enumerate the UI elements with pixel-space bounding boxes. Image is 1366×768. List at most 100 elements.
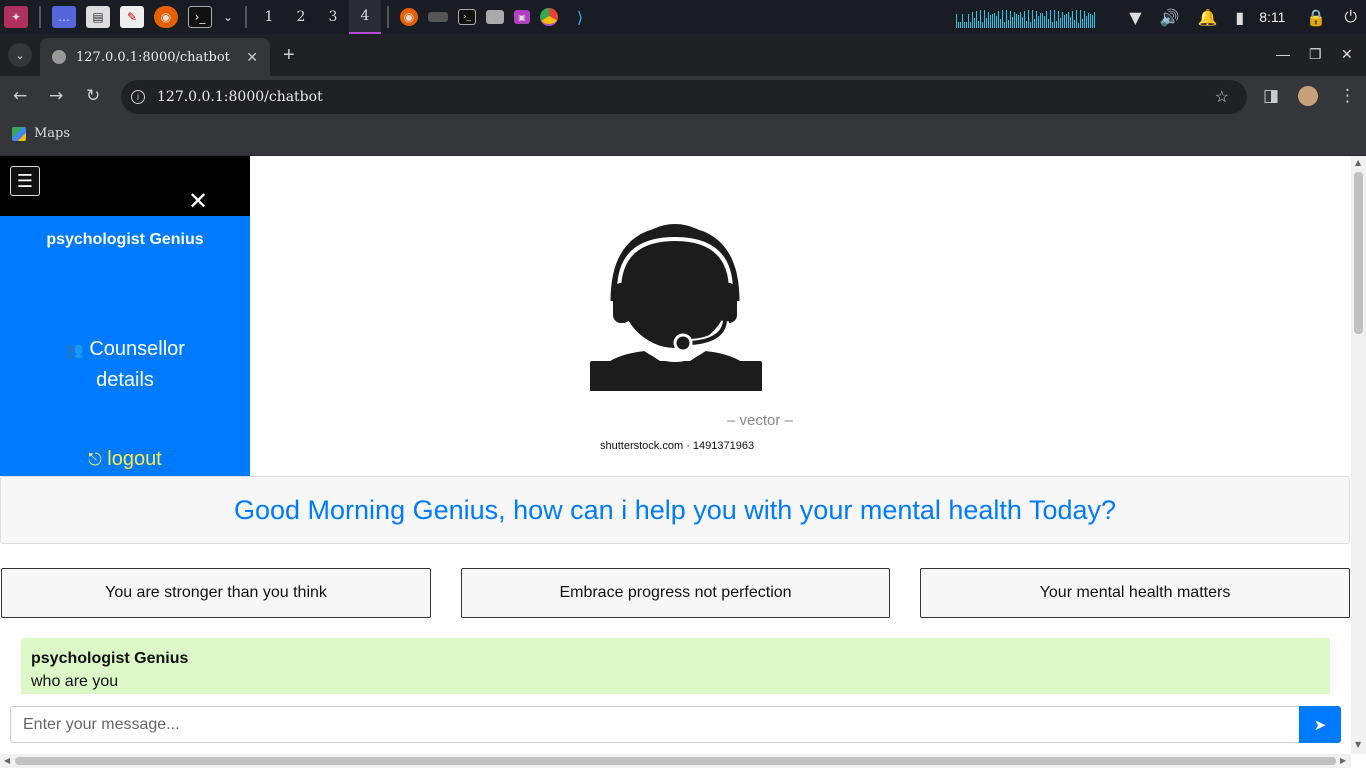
profile-avatar[interactable] <box>1298 86 1318 106</box>
bookmark-maps[interactable]: Maps <box>12 126 70 141</box>
visualizer-bar <box>1002 10 1004 28</box>
visualizer-bar <box>956 14 958 28</box>
firefox-window-icon[interactable]: ◉ <box>400 8 418 26</box>
visualizer-bar <box>1024 11 1026 28</box>
scroll-up-icon[interactable]: ▲ <box>1355 158 1361 167</box>
visualizer-bar <box>1036 11 1038 28</box>
hamburger-menu-icon[interactable]: ☰ <box>10 166 40 196</box>
scroll-right-icon[interactable]: ▶ <box>1340 756 1346 765</box>
chevron-down-icon[interactable]: ⌄ <box>222 6 234 28</box>
terminal-icon[interactable]: ›_ <box>188 6 212 28</box>
battery-icon[interactable]: ▮ <box>1235 8 1244 27</box>
visualizer-bar <box>960 22 962 28</box>
browser-toolbar: ← → ↻ i 127.0.0.1:8000/chatbot ☆ ◨ ⋮ <box>0 76 1366 118</box>
visualizer-bar <box>980 10 982 28</box>
visualizer-bar <box>1030 22 1032 28</box>
kebab-menu-icon[interactable]: ⋮ <box>1339 86 1356 106</box>
visualizer-bar <box>1018 15 1020 28</box>
chat-input-bar: ➤ <box>0 694 1350 754</box>
visualizer-bar <box>964 22 966 28</box>
visualizer-bar <box>970 22 972 28</box>
horizontal-scrollbar[interactable]: ◀ ▶ <box>0 754 1351 768</box>
tab-search-chevron-icon[interactable]: ⌄ <box>8 43 32 67</box>
visualizer-bar <box>1042 13 1044 28</box>
message-input[interactable] <box>10 706 1300 743</box>
reload-icon[interactable]: ↻ <box>86 86 100 106</box>
workspace-4[interactable]: 4 <box>349 0 381 34</box>
workspace-3[interactable]: 3 <box>317 0 349 34</box>
screenshot-window-icon[interactable]: ▣ <box>514 10 530 24</box>
visualizer-bar <box>1016 14 1018 28</box>
sidebar-brand: psychologist Genius <box>46 231 204 248</box>
scroll-left-icon[interactable]: ◀ <box>4 756 10 765</box>
new-tab-icon[interactable]: + <box>283 44 295 67</box>
close-sidebar-icon[interactable]: ✕ <box>188 189 208 213</box>
visualizer-bar <box>1080 10 1082 28</box>
workspace-2[interactable]: 2 <box>285 0 317 34</box>
send-button[interactable]: ➤ <box>1299 706 1341 743</box>
message-text: who are you <box>31 673 119 690</box>
browser-tab[interactable]: 127.0.0.1:8000/chatbot ✕ <box>40 38 270 76</box>
url-text[interactable]: 127.0.0.1:8000/chatbot <box>157 89 323 105</box>
volume-icon[interactable]: 🔊 <box>1160 8 1180 27</box>
stock-caption: shutterstock.com · 1491371963 <box>600 440 755 452</box>
restore-icon[interactable]: ❐ <box>1309 46 1322 63</box>
close-window-icon[interactable]: ✕ <box>1341 46 1353 63</box>
forward-arrow-icon[interactable]: → <box>49 86 63 106</box>
visualizer-bar <box>988 12 990 28</box>
text-editor-icon[interactable]: ✎ <box>120 6 144 28</box>
clock[interactable]: 8:11 <box>1259 9 1285 25</box>
wifi-icon[interactable]: ▼ <box>1129 8 1141 27</box>
os-taskbar: ✦ … ▤ ✎ ◉ ›_ ⌄ 1 2 3 4 ◉ ›_ ▣ ⟩ ▼ 🔊 🔔 ▮ … <box>0 0 1366 34</box>
visualizer-bar <box>1066 14 1068 28</box>
user-list-icon: 👥 <box>65 341 84 359</box>
chrome-window-icon[interactable] <box>540 8 558 26</box>
sidebar-item-counsellor-details[interactable]: 👥 Counsellor details <box>40 334 210 395</box>
visualizer-bar <box>1072 11 1074 28</box>
workspace-1[interactable]: 1 <box>253 0 285 34</box>
kali-menu-icon[interactable]: ✦ <box>4 6 28 28</box>
lock-icon[interactable]: 🔒 <box>1306 8 1326 27</box>
vertical-scroll-thumb[interactable] <box>1354 172 1363 334</box>
address-bar[interactable]: i 127.0.0.1:8000/chatbot ☆ <box>121 80 1247 114</box>
visualizer-bar <box>978 21 980 28</box>
visualizer-bar <box>1032 10 1034 28</box>
app-window-icon[interactable] <box>428 12 448 22</box>
visualizer-bar <box>1094 12 1096 28</box>
visualizer-bar <box>976 11 978 28</box>
power-icon[interactable]: ⏻ <box>1344 7 1357 27</box>
visualizer-bar <box>986 18 988 28</box>
visualizer-bar <box>1084 11 1086 28</box>
scroll-down-icon[interactable]: ▼ <box>1355 740 1361 749</box>
file-manager-icon[interactable]: ▤ <box>86 6 110 28</box>
firefox-icon[interactable]: ◉ <box>154 6 178 28</box>
notification-bell-icon[interactable]: 🔔 <box>1197 8 1217 27</box>
page-content: ☰ ✕ psychologist Genius 👥 Counsellor det… <box>0 156 1366 768</box>
visualizer-bar <box>1054 10 1056 28</box>
vertical-scrollbar[interactable]: ▲ ▼ <box>1351 156 1366 754</box>
visualizer-bar <box>1012 17 1014 28</box>
visualizer-bar <box>1050 10 1052 28</box>
visualizer-bar <box>1046 11 1048 28</box>
close-tab-icon[interactable]: ✕ <box>246 49 258 66</box>
visualizer-bar <box>982 22 984 28</box>
window-icon[interactable] <box>486 10 504 24</box>
terminal-window-icon[interactable]: ›_ <box>458 9 476 25</box>
vscode-window-icon[interactable]: ⟩ <box>568 6 592 28</box>
bookmark-star-icon[interactable]: ☆ <box>1215 87 1229 107</box>
back-arrow-icon[interactable]: ← <box>13 86 27 106</box>
minimize-icon[interactable]: — <box>1276 46 1290 62</box>
visualizer-bar <box>974 18 976 28</box>
taskbar-separator <box>245 6 247 28</box>
visualizer-bar <box>1040 13 1042 28</box>
visualizer-bar <box>1088 13 1090 28</box>
site-info-icon[interactable]: i <box>131 90 145 104</box>
visualizer-bar <box>1004 22 1006 28</box>
desktop-icon[interactable]: … <box>52 6 76 28</box>
side-panel-icon[interactable]: ◨ <box>1263 86 1279 106</box>
sidebar-item-logout[interactable]: ⎋ logout <box>0 448 250 471</box>
visualizer-bar <box>1062 12 1064 28</box>
horizontal-scroll-thumb[interactable] <box>15 757 1336 765</box>
visualizer-bar <box>1076 10 1078 28</box>
visualizer-bar <box>1070 17 1072 28</box>
